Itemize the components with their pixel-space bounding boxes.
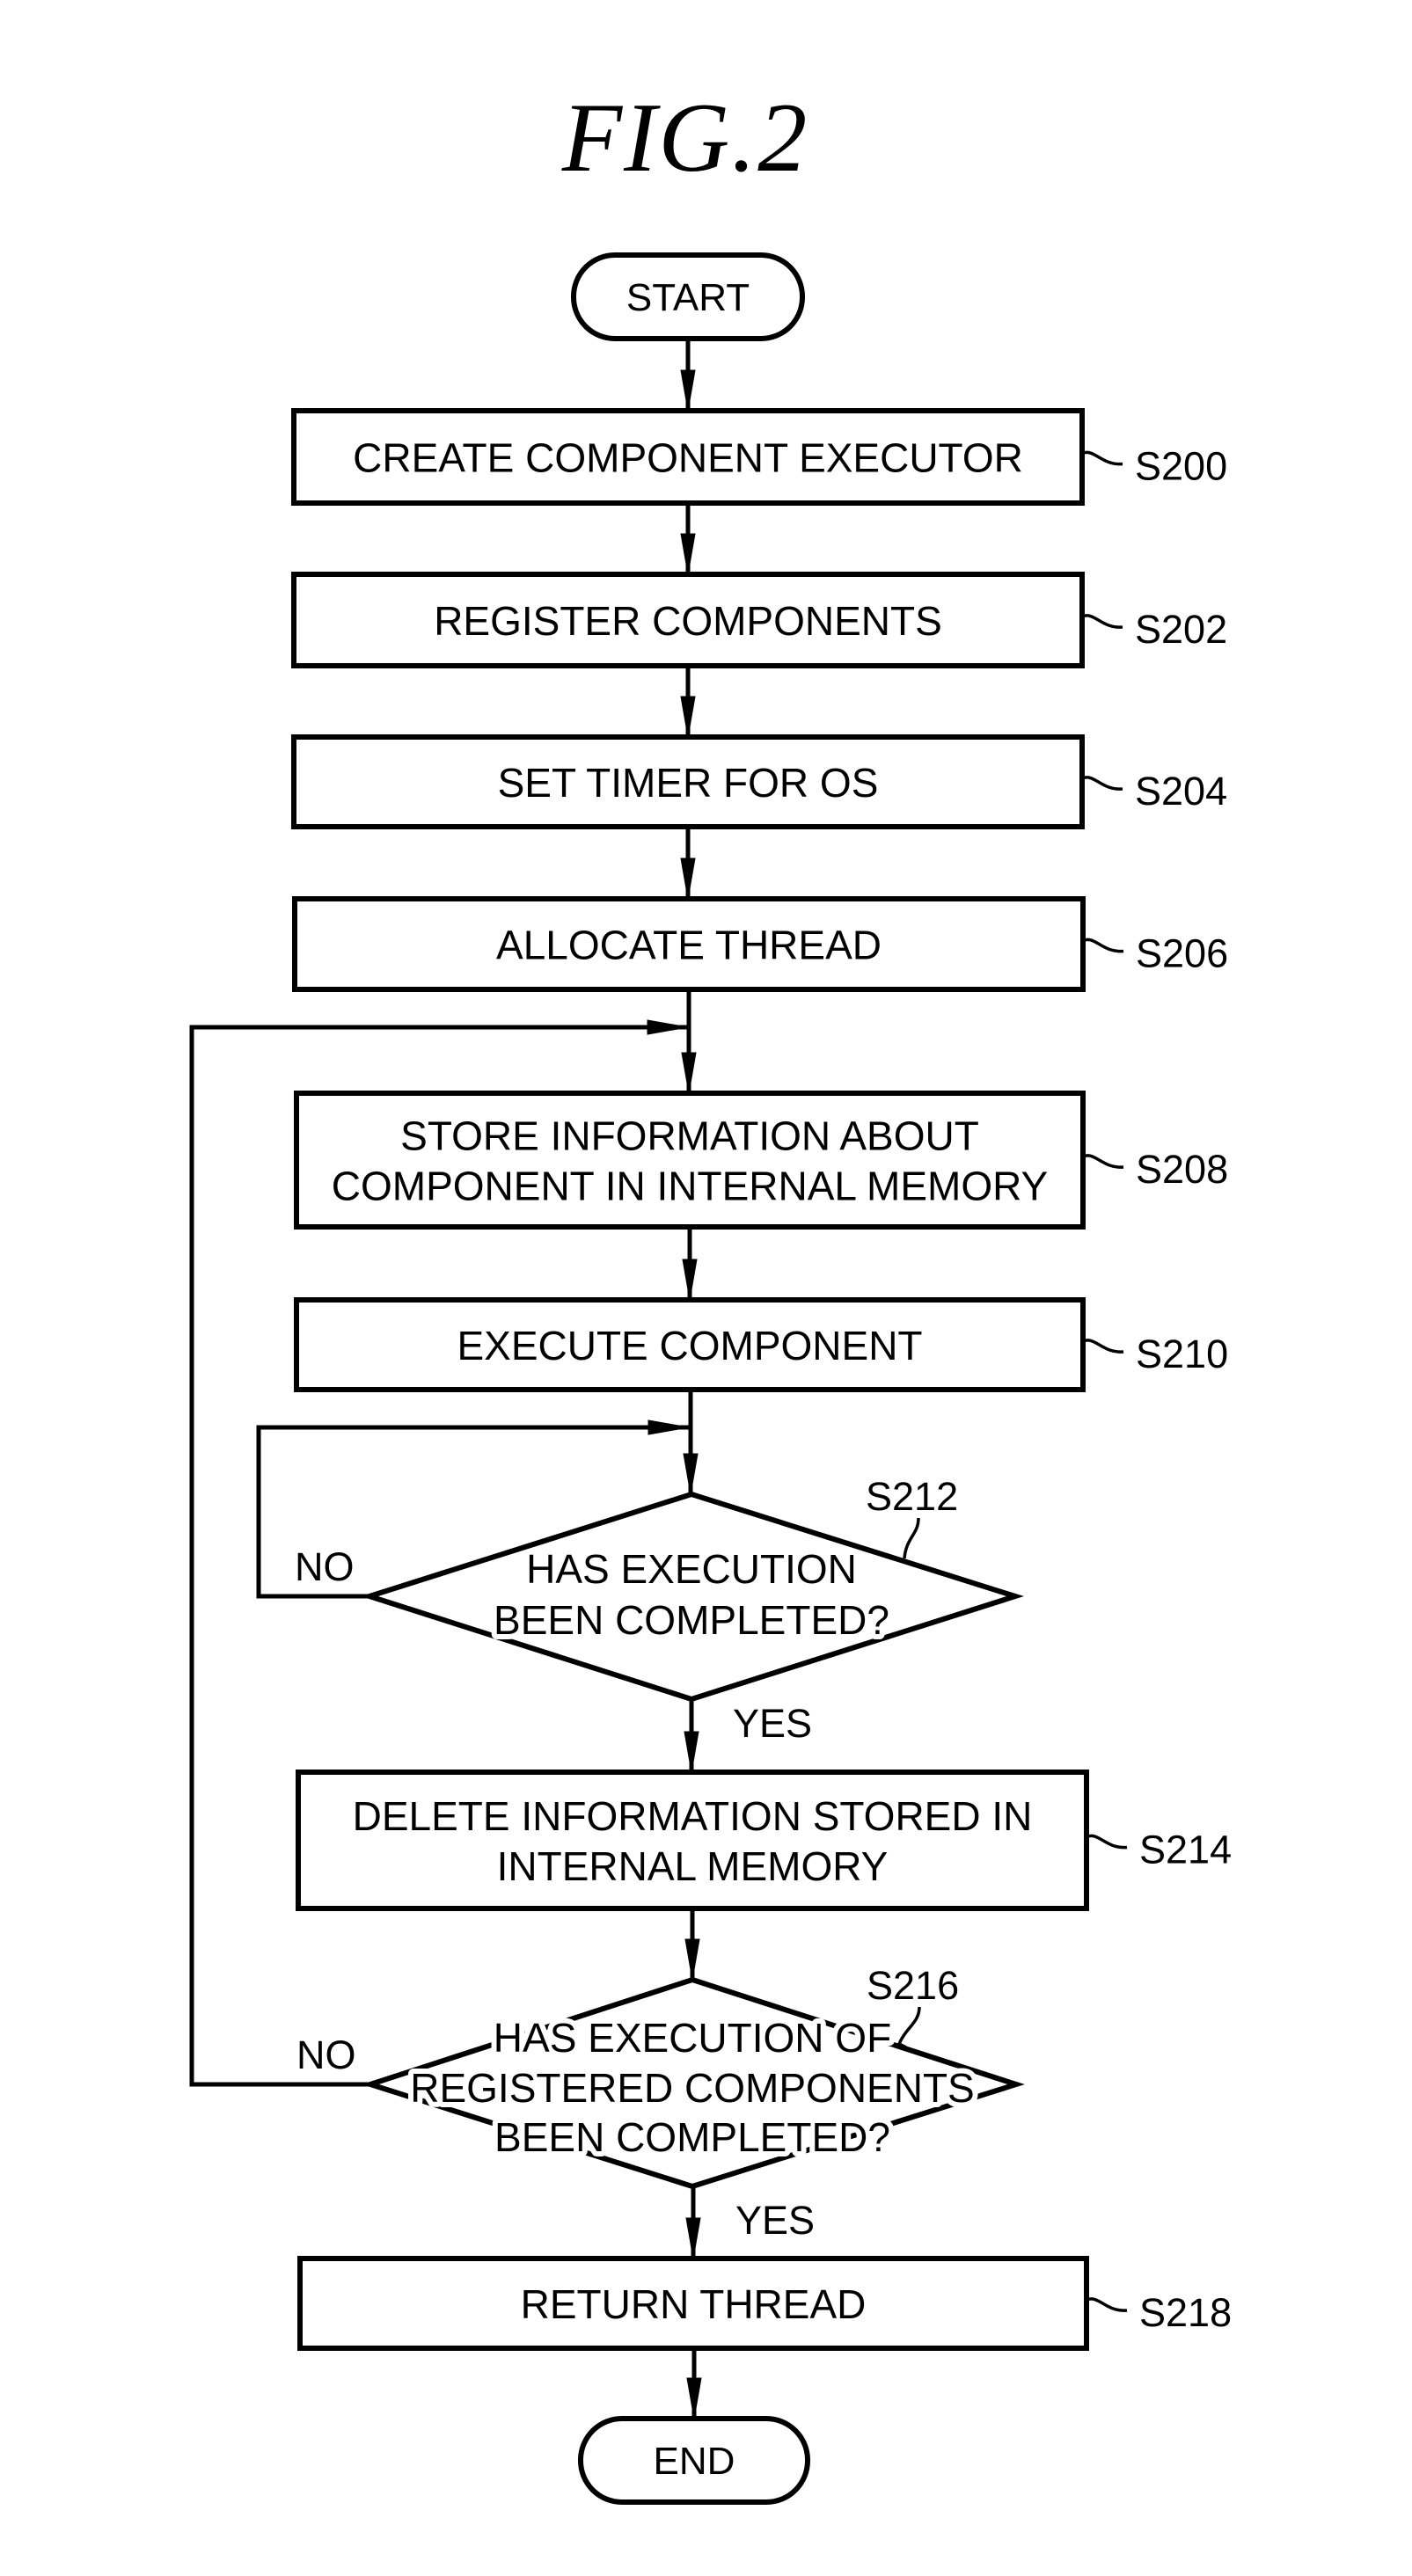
no-branch-label: NO bbox=[296, 2032, 356, 2077]
reference-leader bbox=[1086, 2297, 1128, 2312]
process-step-s214: DELETE INFORMATION STORED ININTERNAL MEM… bbox=[296, 1770, 1232, 1911]
process-step-s210: EXECUTE COMPONENT S210 bbox=[294, 1297, 1228, 1392]
decision-label: HAS EXECUTION bbox=[526, 1546, 857, 1592]
end-terminal-label: END bbox=[654, 2440, 735, 2483]
reference-leader bbox=[1081, 450, 1123, 466]
arrowhead-down-icon bbox=[680, 857, 696, 900]
process-box-label: RETURN THREAD bbox=[521, 2281, 867, 2327]
arrowhead-down-icon bbox=[683, 1453, 699, 1495]
arrowhead-down-icon bbox=[680, 533, 696, 575]
step-id-label: S214 bbox=[1139, 1828, 1232, 1872]
process-step-s204: SET TIMER FOR OS S204 bbox=[291, 734, 1227, 829]
reference-leader bbox=[1082, 1154, 1124, 1169]
decision-label: BEEN COMPLETED? bbox=[494, 1597, 889, 1643]
arrowhead-down-icon bbox=[686, 2377, 702, 2419]
process-box-label: COMPONENT IN INTERNAL MEMORY bbox=[332, 1164, 1048, 1209]
end-terminal: END bbox=[578, 2416, 810, 2505]
process-box-label: INTERNAL MEMORY bbox=[497, 1843, 889, 1889]
reference-leader bbox=[1081, 776, 1123, 791]
process-box-label: CREATE COMPONENT EXECUTOR bbox=[353, 435, 1023, 481]
arrowhead-down-icon bbox=[684, 1731, 699, 1773]
reference-leader bbox=[1082, 1339, 1124, 1354]
figure-title: FIG.2 bbox=[561, 84, 809, 193]
yes-branch-label: YES bbox=[733, 1701, 812, 1746]
process-box-label: SET TIMER FOR OS bbox=[498, 760, 879, 806]
decision-s216: HAS EXECUTION OFREGISTERED COMPONENTSBEE… bbox=[296, 1963, 1025, 2243]
process-step-s206: ALLOCATE THREAD S206 bbox=[292, 896, 1228, 992]
step-id-label: S212 bbox=[866, 1474, 958, 1519]
decision-label: HAS EXECUTION OF bbox=[494, 2015, 891, 2061]
arrowhead-down-icon bbox=[682, 1259, 698, 1301]
process-step-s202: REGISTER COMPONENTS S202 bbox=[291, 572, 1227, 668]
arrowhead-down-icon bbox=[685, 2217, 701, 2259]
process-box-label: DELETE INFORMATION STORED IN bbox=[353, 1793, 1033, 1839]
process-box-label: REGISTER COMPONENTS bbox=[434, 598, 942, 644]
step-id-label: S202 bbox=[1135, 607, 1227, 652]
process-step-s200: CREATE COMPONENT EXECUTOR S200 bbox=[291, 408, 1227, 506]
decision-label: BEEN COMPLETED? bbox=[494, 2114, 890, 2160]
arrowhead-down-icon bbox=[684, 1938, 700, 1981]
process-step-s218: RETURN THREAD S218 bbox=[297, 2256, 1232, 2351]
process-step-s208: STORE INFORMATION ABOUT COMPONENT IN INTE… bbox=[294, 1091, 1228, 1230]
process-box-label: STORE INFORMATION ABOUT bbox=[400, 1113, 979, 1159]
step-id-label: S216 bbox=[867, 1963, 959, 2008]
step-id-label: S218 bbox=[1139, 2290, 1232, 2335]
reference-leader bbox=[1082, 938, 1124, 953]
step-id-label: S208 bbox=[1136, 1147, 1228, 1192]
yes-branch-label: YES bbox=[735, 2198, 815, 2243]
arrowhead-down-icon bbox=[680, 696, 696, 738]
arrowhead-down-icon bbox=[680, 369, 696, 412]
step-id-label: S206 bbox=[1136, 931, 1228, 976]
reference-leader bbox=[1086, 1834, 1128, 1850]
no-branch-label: NO bbox=[295, 1544, 355, 1589]
reference-leader bbox=[1081, 614, 1123, 629]
arrowhead-right-icon bbox=[647, 1019, 689, 1035]
step-id-label: S210 bbox=[1136, 1332, 1228, 1376]
arrowhead-right-icon bbox=[647, 1419, 690, 1435]
process-box-label: ALLOCATE THREAD bbox=[496, 923, 882, 968]
flowchart-figure: FIG.2 START CREATE COMPONENT EXECUTOR S20… bbox=[189, 84, 1232, 2505]
start-terminal: START bbox=[571, 252, 805, 341]
decision-label: REGISTERED COMPONENTS bbox=[410, 2065, 975, 2111]
arrowhead-down-icon bbox=[681, 1052, 697, 1094]
reference-leader bbox=[896, 2006, 921, 2049]
process-box-label: EXECUTE COMPONENT bbox=[457, 1323, 922, 1368]
decision-s212: HAS EXECUTION BEEN COMPLETED? S212 NO YES bbox=[295, 1474, 1024, 1746]
step-id-label: S200 bbox=[1135, 444, 1227, 489]
reference-leader bbox=[903, 1517, 920, 1559]
start-terminal-label: START bbox=[626, 276, 750, 319]
step-id-label: S204 bbox=[1135, 769, 1227, 814]
